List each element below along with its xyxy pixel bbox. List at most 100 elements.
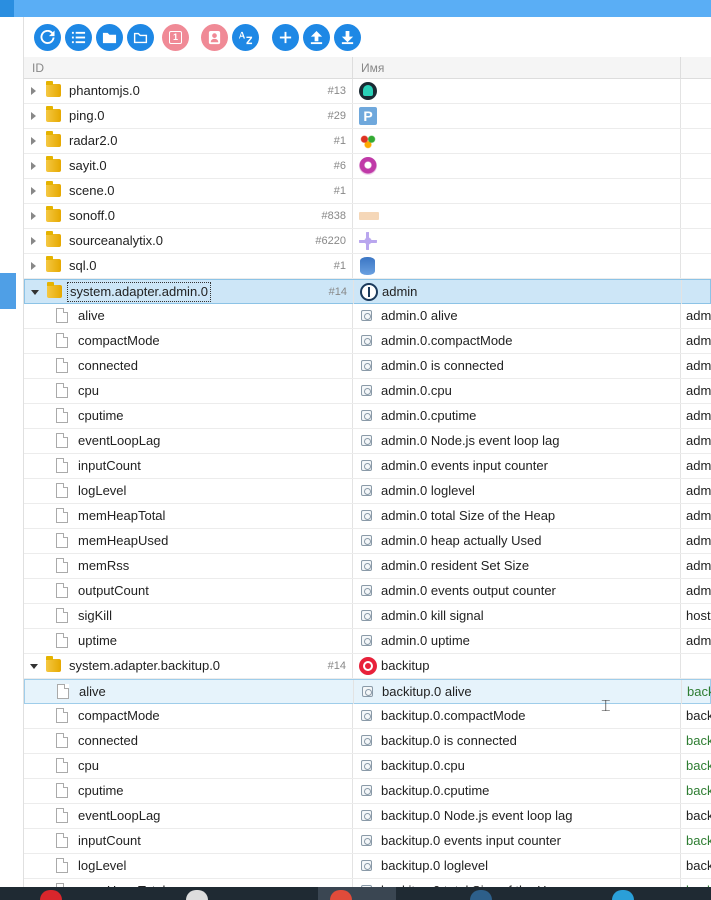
collapse-arrow-icon[interactable] <box>31 290 39 295</box>
object-id: sourceanalytix.0 <box>69 233 163 248</box>
taskbar-app-icon[interactable] <box>186 890 208 900</box>
list-view-button[interactable] <box>65 24 92 51</box>
state-row[interactable]: cputime admin.0.cputime adm <box>24 404 711 429</box>
child-count: #13 <box>327 85 346 97</box>
adapter-row[interactable]: sql.0 #1 <box>24 254 711 279</box>
sort-button[interactable] <box>232 24 259 51</box>
adapter-row[interactable]: scene.0 #1 <box>24 179 711 204</box>
state-row[interactable]: logLevel admin.0 loglevel adm <box>24 479 711 504</box>
name-cell: admin.0 events input counter <box>353 454 681 478</box>
role-cell <box>681 154 711 178</box>
state-row[interactable]: inputCount admin.0 events input counter ad… <box>24 454 711 479</box>
role-cell <box>681 179 711 203</box>
name-cell: admin.0 resident Set Size <box>353 554 681 578</box>
file-icon <box>57 684 69 699</box>
object-id: memHeapTotal <box>78 508 166 523</box>
id-cell: memRss <box>24 554 353 578</box>
add-object-button[interactable] <box>272 24 299 51</box>
role-cell <box>682 280 711 304</box>
id-cell: cpu <box>24 754 353 778</box>
adapter-row[interactable]: phantomjs.0 #13 <box>24 79 711 104</box>
edit-user-button[interactable] <box>201 24 228 51</box>
expand-arrow-icon[interactable] <box>31 237 36 245</box>
state-row[interactable]: compactMode admin.0.compactMode adm <box>24 329 711 354</box>
state-row[interactable]: connected admin.0 is connected adm <box>24 354 711 379</box>
object-browser-window: 1 ID Имя phantomjs.0 #13 ping.0 #29 Pradar2.… <box>0 0 711 900</box>
object-name: backitup.0 Node.js event loop lag <box>381 808 573 823</box>
adapter-row[interactable]: radar2.0 #1 <box>24 129 711 154</box>
state-row[interactable]: memHeapTotal backitup.0 total Size of the… <box>24 879 711 887</box>
collapse-arrow-icon[interactable] <box>30 664 38 669</box>
taskbar-app-icon[interactable] <box>612 890 634 900</box>
state-row[interactable]: cpu admin.0.cpu adm <box>24 379 711 404</box>
name-cell: backitup.0 alive <box>354 680 682 704</box>
taskbar-app-icon[interactable] <box>40 890 62 900</box>
state-row[interactable]: memHeapUsed admin.0 heap actually Used adm <box>24 529 711 554</box>
state-row[interactable]: eventLoopLag admin.0 Node.js event loop l… <box>24 429 711 454</box>
folder-icon <box>46 656 61 672</box>
object-name: admin.0 uptime <box>381 633 470 648</box>
state-row[interactable]: memHeapTotal admin.0 total Size of the He… <box>24 504 711 529</box>
child-count: #838 <box>321 210 346 222</box>
folder-icon <box>47 282 62 298</box>
role-cell <box>681 104 711 128</box>
expand-arrow-icon[interactable] <box>31 262 36 270</box>
state-icon <box>362 686 373 697</box>
id-cell: alive <box>24 304 353 328</box>
state-row[interactable]: cputime backitup.0.cputime back <box>24 779 711 804</box>
refresh-icon <box>40 30 55 44</box>
name-cell: admin.0 is connected <box>353 354 681 378</box>
adapter-row[interactable]: ping.0 #29 P <box>24 104 711 129</box>
state-row[interactable]: sigKill admin.0 kill signal host <box>24 604 711 629</box>
state-row[interactable]: outputCount admin.0 events output counter… <box>24 579 711 604</box>
upload-button[interactable] <box>303 24 330 51</box>
expand-arrow-icon[interactable] <box>31 212 36 220</box>
sort-az-icon <box>238 31 253 45</box>
side-strip-accent[interactable] <box>0 273 16 309</box>
state-row[interactable]: uptime admin.0 uptime adm <box>24 629 711 654</box>
expand-arrow-icon[interactable] <box>31 87 36 95</box>
column-header-id[interactable]: ID <box>24 57 353 79</box>
object-id: scene.0 <box>69 183 115 198</box>
expand-arrow-icon[interactable] <box>31 137 36 145</box>
adapter-row[interactable]: sonoff.0 #838 <box>24 204 711 229</box>
name-cell: backitup.0 is connected <box>353 729 681 753</box>
adapter-row[interactable]: sayit.0 #6 <box>24 154 711 179</box>
state-icon <box>361 635 372 646</box>
object-id: inputCount <box>78 833 141 848</box>
state-icon <box>361 435 372 446</box>
sql-icon <box>360 257 375 275</box>
id-cell: inputCount <box>24 829 353 853</box>
adapter-row[interactable]: system.adapter.admin.0 #14 admin <box>24 279 711 304</box>
id-cell: scene.0 #1 <box>24 179 353 203</box>
column-header-name[interactable]: Имя <box>353 57 681 79</box>
collapse-all-button[interactable] <box>96 24 123 51</box>
file-icon <box>56 833 68 848</box>
state-row[interactable]: alive admin.0 alive adm <box>24 304 711 329</box>
object-id: connected <box>78 733 138 748</box>
state-row[interactable]: eventLoopLag backitup.0 Node.js event loo… <box>24 804 711 829</box>
file-icon <box>56 408 68 423</box>
state-row[interactable]: inputCount backitup.0 events input counte… <box>24 829 711 854</box>
taskbar-app-icon[interactable] <box>470 890 492 900</box>
expand-level-button[interactable]: 1 <box>162 24 189 51</box>
expand-arrow-icon[interactable] <box>31 112 36 120</box>
child-count: #1 <box>333 260 346 272</box>
adapter-row[interactable]: sourceanalytix.0 #6220 <box>24 229 711 254</box>
object-id: sigKill <box>78 608 112 623</box>
state-row[interactable]: memRss admin.0 resident Set Size adm <box>24 554 711 579</box>
download-button[interactable] <box>334 24 361 51</box>
role-cell: adm <box>686 483 711 498</box>
refresh-button[interactable] <box>34 24 61 51</box>
file-icon <box>56 858 68 873</box>
expand-all-button[interactable] <box>127 24 154 51</box>
state-row[interactable]: connected backitup.0 is connected back <box>24 729 711 754</box>
state-row[interactable]: cpu backitup.0.cpu back <box>24 754 711 779</box>
expand-arrow-icon[interactable] <box>31 162 36 170</box>
object-id: eventLoopLag <box>78 808 161 823</box>
object-id: phantomjs.0 <box>69 83 140 98</box>
adapter-row[interactable]: system.adapter.backitup.0 #14 backitup <box>24 654 711 679</box>
state-row[interactable]: logLevel backitup.0 loglevel back <box>24 854 711 879</box>
expand-arrow-icon[interactable] <box>31 187 36 195</box>
backitup-icon <box>359 657 377 675</box>
